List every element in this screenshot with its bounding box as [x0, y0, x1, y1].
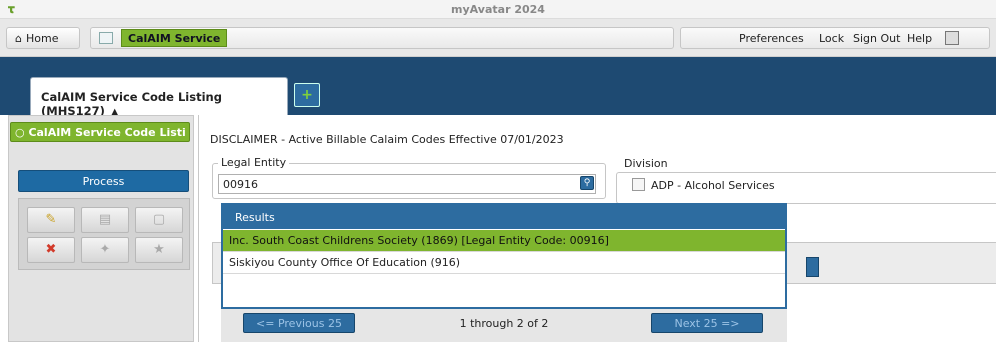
process-button[interactable]: Process — [18, 170, 189, 192]
action-toolbox: ✎ ▤ ▢ ✖ ✦ ★ — [18, 198, 190, 270]
active-module-button[interactable]: CalAIM Service — [121, 29, 228, 47]
star-icon[interactable]: ★ — [135, 237, 183, 263]
legal-entity-input[interactable]: 00916 — [218, 174, 596, 194]
disclaimer-text: DISCLAIMER - Active Billable Calaim Code… — [210, 133, 564, 146]
home-icon: ⌂ — [15, 32, 22, 45]
division-checkbox[interactable] — [632, 178, 645, 191]
division-label: Division — [624, 157, 668, 170]
division-option-label: ADP - Alcohol Services — [651, 179, 775, 192]
form-tab-bar: CalAIM Service Code Listing (MHS127) ▲ + — [0, 57, 996, 118]
results-pager: <= Previous 25 1 through 2 of 2 Next 25 … — [221, 309, 787, 342]
cancel-icon[interactable]: ✖ — [27, 237, 75, 263]
main-navbar: ⌂ Home CalAIM Service Preferences Lock Si… — [0, 19, 996, 57]
plus-icon: + — [301, 87, 313, 103]
home-button[interactable]: ⌂ Home — [6, 27, 80, 49]
next-page-button[interactable]: Next 25 => — [651, 313, 763, 333]
module-list-icon[interactable] — [99, 32, 113, 44]
result-row[interactable]: Inc. South Coast Childrens Society (1869… — [223, 230, 785, 252]
title-bar: 𝛕 myAvatar 2024 — [0, 0, 996, 19]
legal-entity-label: Legal Entity — [218, 156, 290, 169]
preferences-link[interactable]: Preferences — [739, 32, 804, 45]
sticky-note-icon[interactable]: ▢ — [135, 207, 183, 233]
window-title: myAvatar 2024 — [451, 3, 545, 16]
form-section-label: CalAIM Service Code Listi — [28, 126, 186, 139]
window-layout-icon[interactable] — [945, 31, 959, 45]
lock-link[interactable]: Lock — [819, 32, 844, 45]
form-section-tab[interactable]: ○ CalAIM Service Code Listi — [10, 122, 190, 142]
help-link[interactable]: Help — [907, 32, 932, 45]
division-option[interactable]: ADP - Alcohol Services — [632, 178, 775, 192]
note-add-icon[interactable]: ✎ — [27, 207, 75, 233]
tab-calaim-service-code-listing[interactable]: CalAIM Service Code Listing (MHS127) ▲ — [30, 77, 288, 118]
result-row[interactable]: Siskiyou County Office Of Education (916… — [223, 252, 785, 274]
home-label: Home — [25, 32, 59, 45]
open-modules-bar: CalAIM Service — [90, 27, 674, 49]
scroll-handle-icon[interactable] — [806, 257, 819, 277]
add-tab-button[interactable]: + — [294, 83, 320, 107]
bookmark-icon[interactable]: ▤ — [81, 207, 129, 233]
results-popup: Results Inc. South Coast Childrens Socie… — [221, 203, 787, 309]
sign-out-link[interactable]: Sign Out — [853, 32, 900, 45]
tab-label: CalAIM Service Code Listing (MHS127) — [41, 90, 222, 118]
search-icon[interactable]: ⚲ — [580, 176, 594, 190]
results-header: Results — [223, 205, 785, 229]
user-menu-bar: Preferences Lock Sign Out Help — [680, 27, 990, 49]
puzzle-icon[interactable]: ✦ — [81, 237, 129, 263]
